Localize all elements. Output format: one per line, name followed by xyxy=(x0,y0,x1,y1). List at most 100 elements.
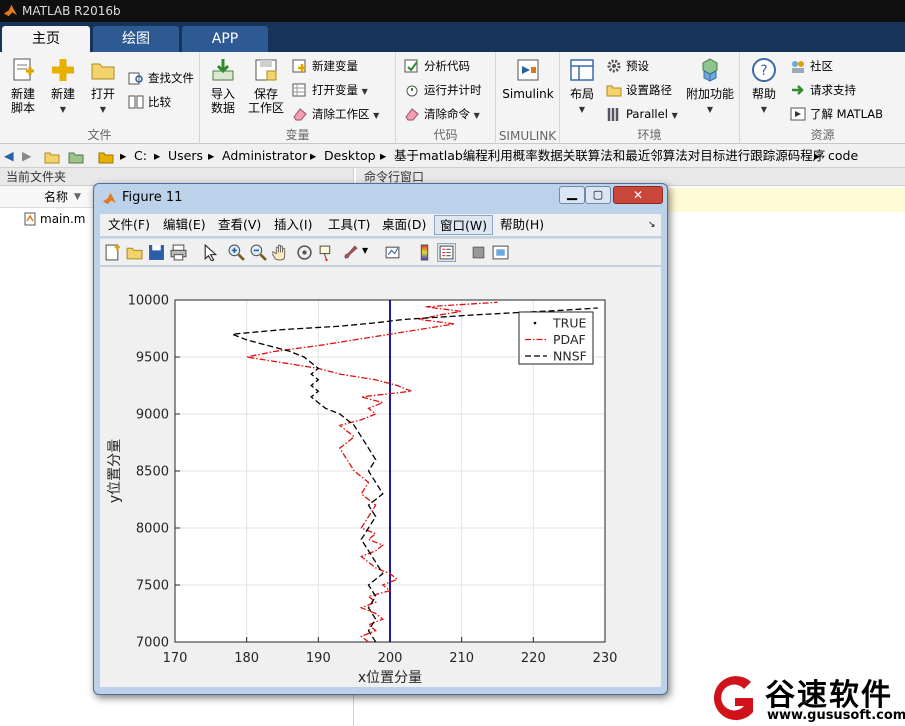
up-folder-icon[interactable] xyxy=(44,144,60,168)
forward-arrow-icon[interactable]: ▶ xyxy=(22,144,32,168)
crumb-separator: ▸ xyxy=(154,148,161,163)
group-label-variable: 变量 xyxy=(285,128,310,142)
menu-insert[interactable]: 插入(I) xyxy=(274,214,312,236)
crumb-separator: ▸ xyxy=(310,148,317,163)
figure-menu-bar: 文件(F) 编辑(E) 查看(V) 插入(I) 工具(T) 桌面(D) 窗口(W… xyxy=(100,214,661,236)
clear-workspace-button[interactable]: 清除工作区 ▼ xyxy=(292,104,379,124)
colorbar-icon[interactable] xyxy=(416,244,433,261)
show-plot-tools-icon[interactable] xyxy=(492,244,509,261)
brand-url: www.gususoft.com xyxy=(767,708,905,723)
tab-strip: 主页 绘图 APP xyxy=(0,22,905,52)
m-file-icon xyxy=(24,212,36,226)
brush-icon[interactable] xyxy=(342,244,359,261)
menu-help[interactable]: 帮助(H) xyxy=(500,214,544,236)
chevron-down-icon: ▼ xyxy=(760,105,768,114)
preferences-button[interactable]: 预设 xyxy=(606,56,649,76)
menu-view[interactable]: 查看(V) xyxy=(218,214,261,236)
chevron-down-icon: ▼ xyxy=(578,105,586,114)
new-figure-icon[interactable] xyxy=(104,244,121,261)
figure-window[interactable]: Figure 11 ▁ ▢ ✕ 文件(F) 编辑(E) 查看(V) 插入(I) … xyxy=(93,183,668,695)
zoom-out-icon[interactable] xyxy=(250,244,267,261)
data-cursor-icon[interactable] xyxy=(318,244,335,261)
import-data-button[interactable]: 导入 数据 xyxy=(206,57,240,115)
menu-desktop[interactable]: 桌面(D) xyxy=(382,214,426,236)
pointer-icon[interactable] xyxy=(202,244,219,261)
layout-button[interactable]: 布局 ▼ xyxy=(564,57,600,117)
open-variable-button[interactable]: 打开变量 ▼ xyxy=(292,80,368,100)
compare-button[interactable]: 比较 xyxy=(128,92,171,112)
open-button[interactable]: 打开 ▼ xyxy=(86,57,120,117)
rotate-3d-icon[interactable] xyxy=(296,244,313,261)
run-and-time-button[interactable]: 运行并计时 xyxy=(404,80,482,100)
tab-apps[interactable]: APP xyxy=(182,26,268,52)
legend-entry: TRUE xyxy=(552,316,586,331)
set-path-button[interactable]: 设置路径 xyxy=(606,80,672,100)
x-tick-label: 200 xyxy=(378,651,403,666)
new-variable-button[interactable]: 新建变量 xyxy=(292,56,358,76)
pan-hand-icon[interactable] xyxy=(272,244,289,261)
back-arrow-icon[interactable]: ◀ xyxy=(4,144,14,168)
layout-icon xyxy=(570,59,594,81)
save-workspace-button[interactable]: 保存 工作区 xyxy=(246,57,286,115)
crumb-drive[interactable]: C: xyxy=(134,144,147,168)
crumb-users[interactable]: Users xyxy=(168,144,203,168)
figure-toolbar: ▼ xyxy=(100,238,661,266)
trajectory-plot[interactable]: 170 180 190 200 210 220 230 7000 7500 8000 8500 900… xyxy=(100,267,661,687)
sort-chevron-icon[interactable]: ▼ xyxy=(74,186,81,208)
run-timer-icon xyxy=(406,85,418,97)
crumb-administrator[interactable]: Administrator xyxy=(222,144,307,168)
menu-tools[interactable]: 工具(T) xyxy=(328,214,370,236)
zoom-in-icon[interactable] xyxy=(228,244,245,261)
simulink-button[interactable]: Simulink xyxy=(500,57,556,101)
new-script-icon xyxy=(13,58,34,81)
group-code: 分析代码 运行并计时 清除命令 ▼ 代码 xyxy=(396,52,496,144)
menu-overflow-icon[interactable]: ↘ xyxy=(648,214,656,236)
help-button[interactable]: ? 帮助 ▼ xyxy=(746,57,782,117)
save-icon[interactable] xyxy=(148,244,165,261)
hide-plot-tools-icon[interactable] xyxy=(470,244,487,261)
browse-folder-icon[interactable] xyxy=(68,144,84,168)
learn-matlab-button[interactable]: 了解 MATLAB xyxy=(790,104,883,124)
parallel-button[interactable]: Parallel ▼ xyxy=(606,104,678,124)
maximize-button[interactable]: ▢ xyxy=(585,186,611,204)
tab-home[interactable]: 主页 xyxy=(2,26,90,52)
brand-watermark: 谷速软件 www.gususoft.com xyxy=(705,668,905,726)
menu-window[interactable]: 窗口(W) xyxy=(434,215,494,235)
plus-icon xyxy=(52,59,74,81)
community-button[interactable]: 社区 xyxy=(790,56,833,76)
crumb-project-folder[interactable]: 基于matlab编程利用概率数据关联算法和最近邻算法对目标进行跟踪源码程序 xyxy=(394,144,825,168)
legend-icon[interactable] xyxy=(437,243,456,262)
x-tick-label: 230 xyxy=(593,651,618,666)
chevron-down-icon: ▼ xyxy=(59,105,67,114)
group-label-resources: 资源 xyxy=(810,128,835,142)
menu-file[interactable]: 文件(F) xyxy=(108,214,150,236)
find-files-button[interactable]: 查找文件 xyxy=(128,68,194,88)
figure-title-bar: Figure 11 ▁ ▢ ✕ xyxy=(94,184,667,212)
crumb-desktop[interactable]: Desktop xyxy=(324,144,376,168)
link-plot-icon[interactable] xyxy=(384,244,401,261)
close-button[interactable]: ✕ xyxy=(613,186,663,204)
y-tick-label: 7000 xyxy=(136,636,169,651)
legend-entry: NNSF xyxy=(553,349,587,364)
open-file-icon[interactable] xyxy=(126,244,143,261)
clear-commands-button[interactable]: 清除命令 ▼ xyxy=(404,104,480,124)
chevron-down-icon[interactable]: ▼ xyxy=(362,246,368,255)
new-script-button[interactable]: 新建 脚本 xyxy=(6,57,40,115)
app-title-bar: MATLAB R2016b xyxy=(0,0,905,22)
new-button[interactable]: 新建 ▼ xyxy=(46,57,80,117)
print-icon[interactable] xyxy=(170,244,187,261)
folder-icon xyxy=(98,144,114,168)
menu-edit[interactable]: 编辑(E) xyxy=(163,214,206,236)
command-hint-bar xyxy=(668,188,905,212)
analyze-code-button[interactable]: 分析代码 xyxy=(404,56,470,76)
open-variable-icon xyxy=(292,83,306,97)
add-ons-button[interactable]: 附加功能 ▼ xyxy=(684,57,736,117)
tab-plots[interactable]: 绘图 xyxy=(93,26,179,52)
crumb-code[interactable]: code xyxy=(828,144,858,168)
matlab-logo-icon xyxy=(3,4,18,17)
name-column-header[interactable]: 名称 xyxy=(44,186,68,208)
eraser-icon xyxy=(293,108,307,121)
request-support-button[interactable]: 请求支持 xyxy=(790,80,856,100)
minimize-button[interactable]: ▁ xyxy=(559,186,585,204)
group-file: 新建 脚本 新建 ▼ 打开 ▼ 查找文件 比较 文件 xyxy=(0,52,200,144)
